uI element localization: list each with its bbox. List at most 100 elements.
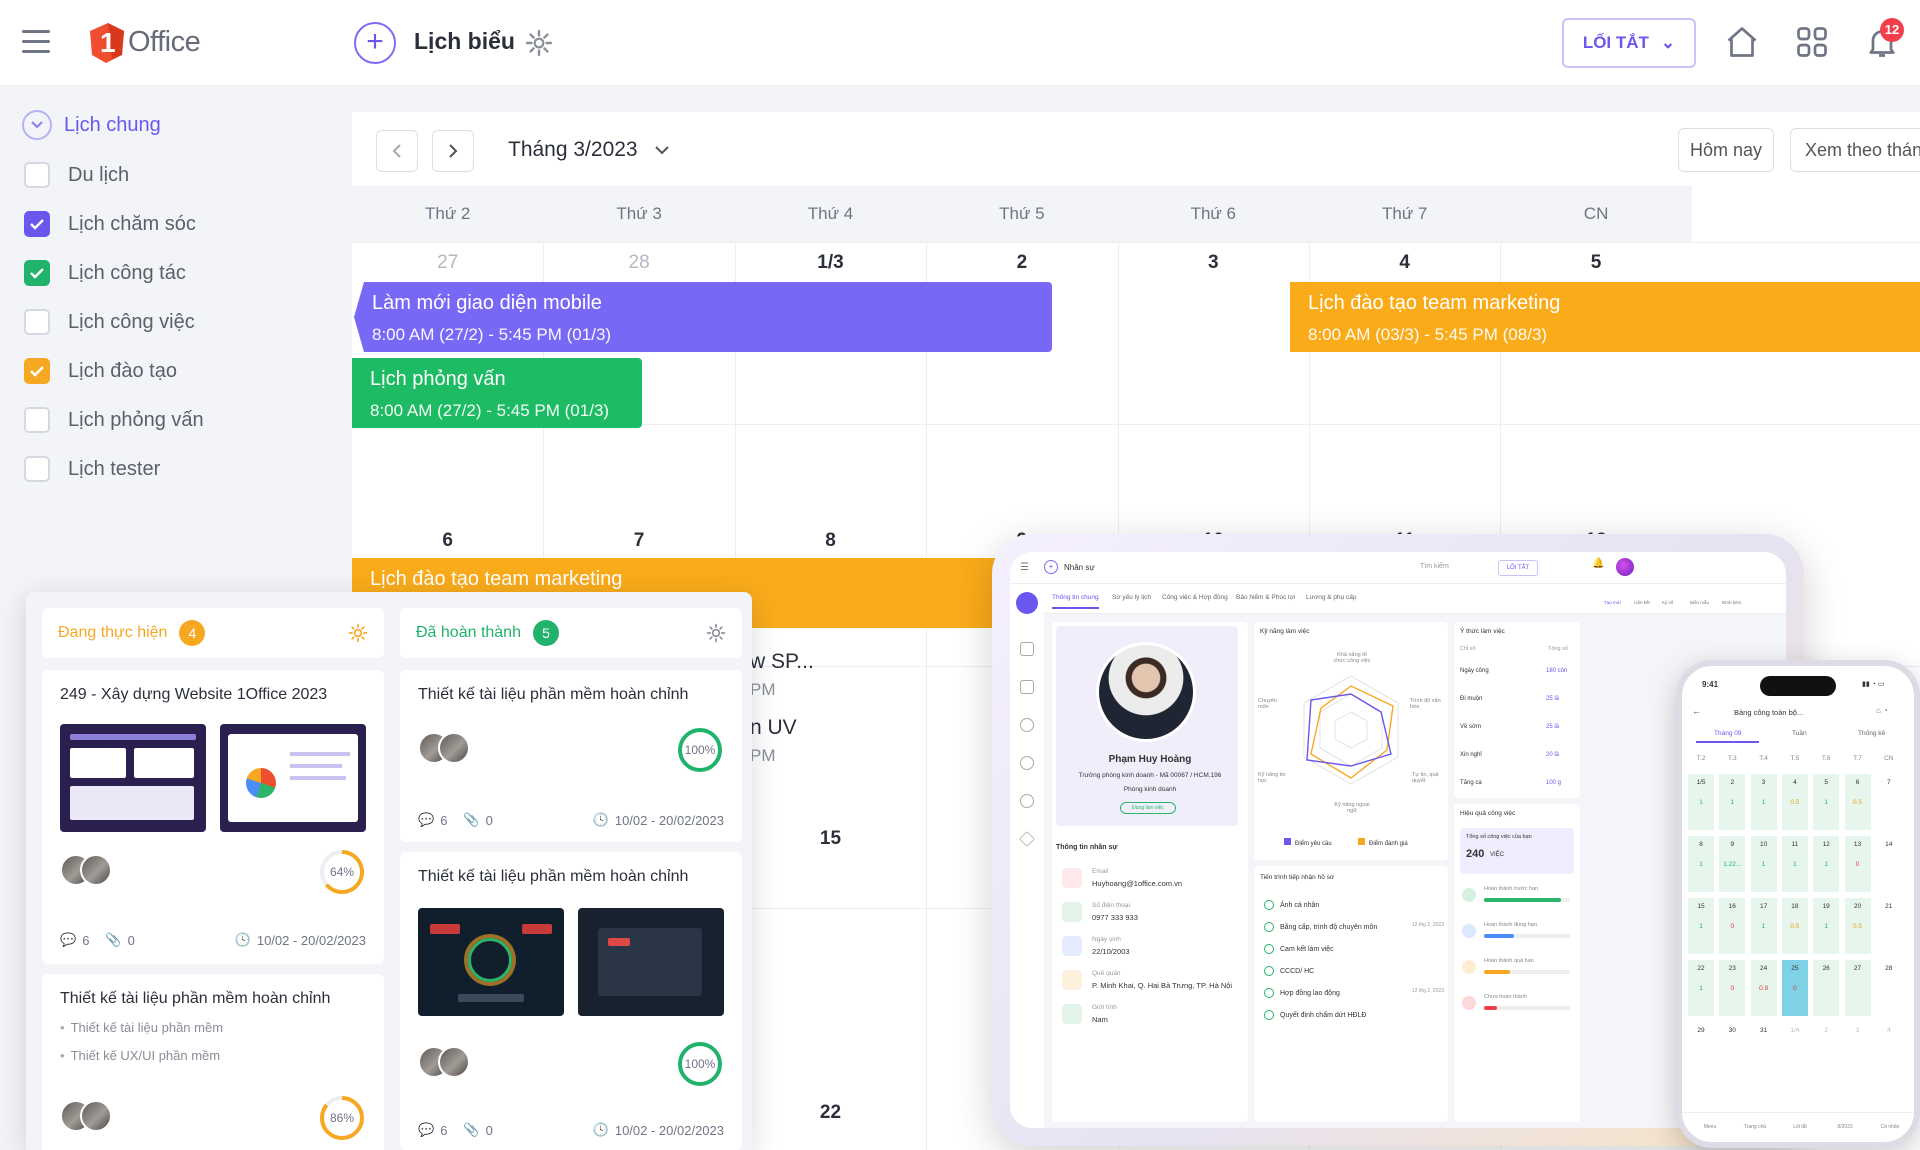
view-mode-dropdown[interactable]: Xem theo tháng (1790, 128, 1920, 172)
calendar-filter-item[interactable]: Du lịch (24, 160, 129, 190)
calendar-filter-item[interactable]: Lịch đào tạo (24, 356, 177, 386)
column-settings-icon[interactable] (706, 623, 726, 643)
bottom-nav-item[interactable]: Lối tắt (1780, 1124, 1820, 1130)
back-arrow-icon[interactable]: ← (1692, 706, 1701, 716)
day-number[interactable]: 22 (735, 1102, 926, 1124)
tab-insurance[interactable]: Bảo hiểm & Phúc lợi (1236, 594, 1295, 601)
tab-month[interactable]: Tháng 09 (1696, 730, 1760, 743)
section-title: Ý thức làm việc (1460, 628, 1505, 635)
notification-bell-icon[interactable]: 🔔 (1592, 558, 1604, 569)
bottom-nav-item[interactable]: Menu (1690, 1124, 1730, 1130)
task-thumbnail (578, 908, 724, 1016)
calendar-group-toggle[interactable]: Lịch chung (22, 110, 161, 140)
link-button[interactable]: Liên kết (1634, 600, 1650, 605)
checkbox-checked-icon[interactable] (24, 260, 50, 286)
today-button[interactable]: Hôm nay (1678, 128, 1774, 172)
checkbox-icon[interactable] (24, 309, 50, 335)
checkbox-icon[interactable] (24, 407, 50, 433)
nav-icon[interactable] (1020, 680, 1034, 694)
day-number[interactable]: 1/3 (735, 252, 926, 274)
tab-stats[interactable]: Thống kê (1858, 730, 1885, 737)
attach-button[interactable]: Đính kèm (1722, 600, 1741, 605)
tab-salary[interactable]: Lương & phụ cấp (1306, 594, 1357, 601)
hamburger-menu-icon[interactable] (22, 30, 50, 54)
day-number: 20 (1853, 903, 1862, 910)
add-icon[interactable]: + (1044, 560, 1058, 574)
tab-resume[interactable]: Sơ yếu lý lịch (1112, 594, 1151, 601)
bottom-nav-item[interactable]: 8/2023 (1825, 1124, 1865, 1130)
template-button[interactable]: Biểu mẫu (1690, 600, 1709, 605)
settings-gear-icon[interactable] (526, 30, 552, 56)
day-number: 31 (1759, 1027, 1768, 1034)
shortcut-dropdown[interactable]: LỐI TẮT ⌄ (1562, 18, 1696, 68)
checkbox-checked-icon[interactable] (24, 211, 50, 237)
attachment-count: 0 (485, 812, 493, 828)
performance-label: Hoàn thành trước hạn (1484, 886, 1539, 892)
work-value: 1 (1824, 799, 1828, 806)
tab-general-info[interactable]: Thông tin chung (1052, 594, 1099, 609)
shortcut-dropdown[interactable]: LỐI TẮT (1498, 560, 1538, 576)
screen-title[interactable]: Bảng công toàn bộ... (1734, 708, 1803, 717)
nav-icon[interactable] (1020, 718, 1034, 732)
profile-panel: Phạm Huy Hoàng Trưởng phòng kinh doanh -… (1052, 622, 1248, 1122)
performance-bar-fill (1484, 970, 1510, 974)
bottom-nav-item[interactable]: Trang chủ (1735, 1124, 1775, 1130)
hamburger-menu-icon[interactable]: ☰ (1020, 562, 1029, 573)
task-card[interactable]: Thiết kế tài liệu phần mềm hoàn chỉnh Th… (42, 974, 384, 1150)
home-icon[interactable] (1724, 24, 1760, 60)
day-number[interactable]: 28 (543, 252, 734, 274)
checkbox-icon[interactable] (24, 456, 50, 482)
prev-month-button[interactable] (376, 130, 418, 172)
nav-icon[interactable] (1019, 831, 1035, 847)
attendance-value: 20 lầ (1546, 752, 1560, 758)
work-value: 0.5 (1852, 923, 1863, 930)
attendance-key: Xin nghỉ (1460, 752, 1482, 758)
tab-week[interactable]: Tuần (1792, 730, 1807, 737)
nav-icon[interactable] (1020, 642, 1034, 656)
day-number[interactable]: 8 (735, 530, 926, 552)
day-number[interactable]: 5 (1500, 252, 1691, 274)
day-number[interactable]: 2 (926, 252, 1117, 274)
checkbox-checked-icon[interactable] (24, 358, 50, 384)
nav-icon[interactable] (1020, 756, 1034, 770)
column-settings-icon[interactable] (348, 623, 368, 643)
event-bar[interactable]: Làm mới giao diện mobile 8:00 AM (27/2) … (354, 282, 1052, 352)
calendar-filter-item[interactable]: Lịch phỏng vấn (24, 405, 204, 435)
next-month-button[interactable] (432, 130, 474, 172)
task-card[interactable]: 249 - Xây dựng Website 1Office 2023 64% … (42, 670, 384, 964)
calendar-filter-item[interactable]: Lịch công việc (24, 307, 195, 337)
day-number[interactable]: 7 (543, 530, 734, 552)
day-number[interactable]: 3 (1118, 252, 1309, 274)
app-root: 1 Office + Lịch biểu LỐI TẮT ⌄ 12 Lịch ch… (0, 0, 1920, 1150)
day-number[interactable]: 6 (352, 530, 543, 552)
task-card[interactable]: Thiết kế tài liệu phần mềm hoàn chỉnh 10… (400, 852, 742, 1150)
event-bar[interactable]: Lịch phỏng vấn 8:00 AM (27/2) - 5:45 PM … (352, 358, 642, 428)
calendar-filter-item[interactable]: Lịch chăm sóc (24, 209, 196, 239)
calendar-filter-item[interactable]: Lịch tester (24, 454, 160, 484)
more-icons[interactable]: ⌂ ◔ (1876, 706, 1888, 715)
app-logo[interactable]: 1 Office (86, 20, 201, 64)
day-number[interactable]: 4 (1309, 252, 1500, 274)
create-new-button[interactable]: Tạo mới (1604, 600, 1621, 605)
calendar-filter-item[interactable]: Lịch công tác (24, 258, 186, 288)
bottom-nav-item[interactable]: Cá nhân (1870, 1124, 1910, 1130)
event-bar[interactable]: Lịch đào tạo team marketing 8:00 AM (03/… (1290, 282, 1920, 352)
card-meta: 💬 6 📎 0 (60, 932, 135, 948)
day-number[interactable]: 27 (352, 252, 543, 274)
attachment-icon: 📎 (105, 932, 122, 947)
task-card[interactable]: Thiết kế tài liệu phần mềm hoàn chỉnh 10… (400, 670, 742, 842)
user-avatar[interactable] (1616, 558, 1634, 576)
nav-active-icon[interactable] (1016, 592, 1038, 614)
event-title: Làm mới giao diện mobile (372, 292, 602, 314)
section-title: Tiến trình tiếp nhận hồ sơ (1260, 874, 1335, 881)
nav-icon[interactable] (1020, 794, 1034, 808)
checkbox-icon[interactable] (24, 162, 50, 188)
work-value: 1 (1730, 799, 1735, 806)
search-input[interactable]: Tìm kiếm (1420, 563, 1449, 570)
day-number[interactable]: 15 (735, 828, 926, 850)
apps-grid-icon[interactable] (1794, 24, 1830, 60)
sign-button[interactable]: Ký số (1662, 600, 1673, 605)
tab-work-contract[interactable]: Công việc & Hợp đồng (1162, 594, 1228, 601)
month-picker[interactable]: Tháng 3/2023 (508, 138, 670, 162)
add-event-button[interactable]: + (354, 22, 396, 64)
